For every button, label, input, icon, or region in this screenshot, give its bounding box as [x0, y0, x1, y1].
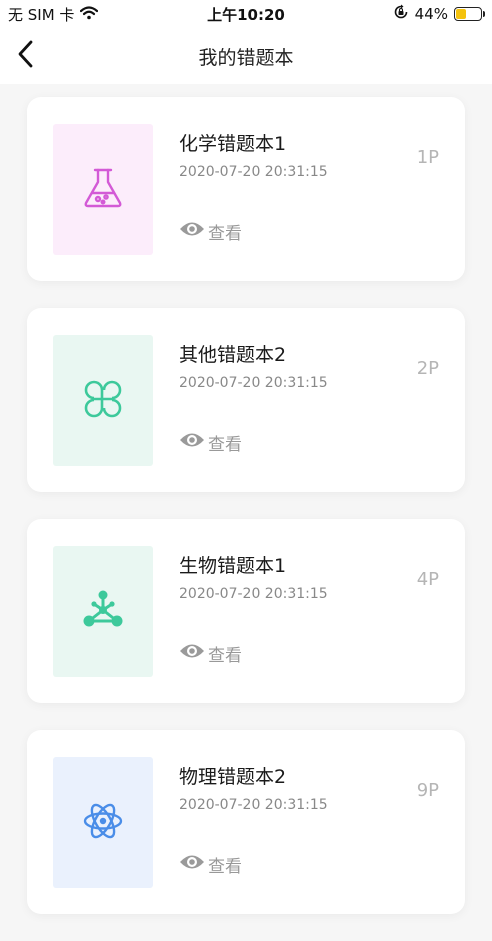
status-bar: 无 SIM 卡 上午10:20 44%	[0, 0, 492, 28]
notebook-card[interactable]: 其他错题本2 2020-07-20 20:31:15 2P 查看	[27, 308, 465, 492]
notebook-time: 2020-07-20 20:31:15	[179, 586, 328, 602]
notebook-page-count: 2P	[416, 358, 439, 379]
notebook-card[interactable]: 生物错题本1 2020-07-20 20:31:15 4P 查看	[27, 519, 465, 703]
view-button[interactable]: 查看	[179, 641, 242, 666]
notebook-card[interactable]: 物理错题本2 2020-07-20 20:31:15 9P 查看	[27, 730, 465, 914]
flask-icon	[81, 166, 125, 214]
view-button[interactable]: 查看	[179, 219, 242, 244]
notebook-page-count: 4P	[416, 569, 439, 590]
notebook-title: 生物错题本1	[179, 555, 287, 577]
notebook-title: 其他错题本2	[179, 344, 287, 366]
rotation-lock-icon	[393, 4, 409, 24]
notebook-time: 2020-07-20 20:31:15	[179, 797, 328, 813]
view-button[interactable]: 查看	[179, 852, 242, 877]
notebook-title: 物理错题本2	[179, 766, 287, 788]
battery-level	[456, 9, 467, 19]
view-label: 查看	[208, 857, 242, 877]
notebook-cover	[53, 335, 153, 466]
notebook-cover	[53, 546, 153, 677]
atom-icon	[81, 799, 125, 847]
eye-icon	[179, 220, 205, 243]
view-label: 查看	[208, 646, 242, 666]
notebook-title: 化学错题本1	[179, 133, 287, 155]
view-button[interactable]: 查看	[179, 430, 242, 455]
notebook-list: 化学错题本1 2020-07-20 20:31:15 1P 查看 其他错题本2 …	[27, 97, 465, 941]
status-right: 44%	[393, 4, 485, 24]
view-label: 查看	[208, 224, 242, 244]
battery-percent: 44%	[414, 5, 448, 23]
eye-icon	[179, 853, 205, 876]
command-icon	[81, 377, 125, 425]
page-title: 我的错题本	[198, 47, 294, 69]
notebook-card[interactable]: 化学错题本1 2020-07-20 20:31:15 1P 查看	[27, 97, 465, 281]
molecule-icon	[81, 588, 125, 636]
eye-icon	[179, 642, 205, 665]
notebook-page-count: 1P	[416, 147, 439, 168]
notebook-cover	[53, 757, 153, 888]
notebook-time: 2020-07-20 20:31:15	[179, 375, 328, 391]
battery-icon	[454, 7, 485, 21]
view-label: 查看	[208, 435, 242, 455]
nav-bar: 我的错题本	[0, 28, 492, 84]
notebook-time: 2020-07-20 20:31:15	[179, 164, 328, 180]
notebook-cover	[53, 124, 153, 255]
eye-icon	[179, 431, 205, 454]
notebook-page-count: 9P	[416, 780, 439, 801]
